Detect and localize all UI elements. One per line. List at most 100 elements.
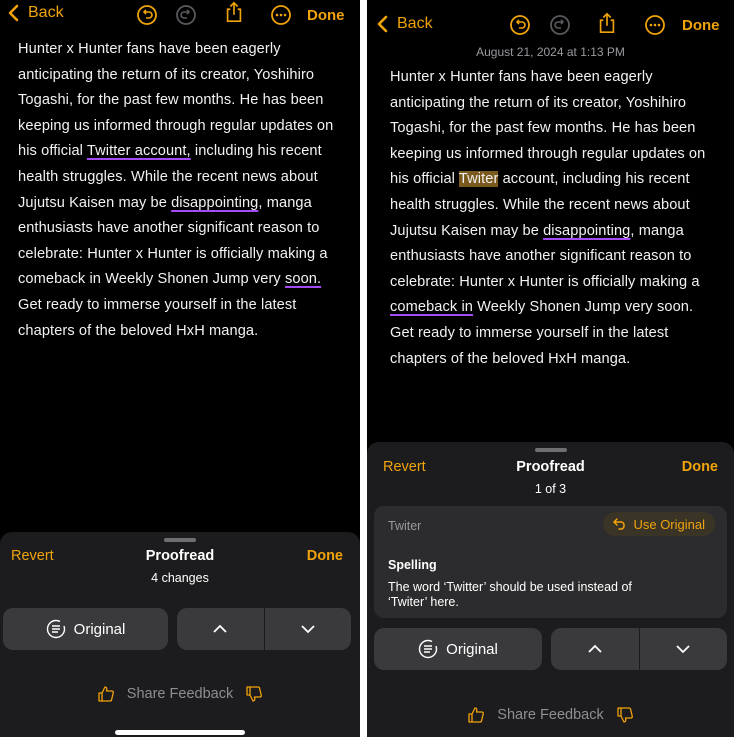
thumbs-down-icon[interactable]	[245, 685, 263, 703]
original-button[interactable]: Original	[3, 608, 168, 650]
text-run: Jujutsu Kaisen may be	[18, 194, 172, 211]
original-button[interactable]: Original	[374, 628, 542, 670]
sheet-done-button[interactable]: Done	[682, 459, 718, 475]
right-screen: Back Done August 21, 2024 at 1:13 PM Hun…	[367, 0, 734, 737]
sheet-grabber[interactable]	[534, 448, 567, 452]
original-label: Original	[73, 620, 126, 638]
share-feedback: Share Feedback	[367, 706, 734, 724]
note-line: his official Twitter account, including …	[18, 139, 333, 165]
previous-change-button[interactable]	[551, 628, 639, 670]
note-line: anticipating the return of its creator, …	[390, 94, 687, 111]
more-icon[interactable]	[270, 4, 292, 26]
note-line: Togashi, for the past few months. He has…	[18, 92, 324, 109]
suggestion-description: The word ‘Twitter’ should be used instea…	[388, 580, 632, 609]
sheet-done-button[interactable]: Done	[307, 548, 343, 564]
suggestion-type: Spelling	[388, 558, 437, 572]
undo-icon[interactable]	[509, 14, 531, 36]
text-run: his official	[390, 171, 459, 188]
redo-icon[interactable]	[549, 14, 571, 36]
change-position: 1 of 3	[534, 482, 567, 496]
back-label: Back	[397, 15, 433, 32]
text-run: his official	[18, 143, 87, 160]
note-line: his official Twiter account, including h…	[390, 167, 705, 193]
note-timestamp: August 21, 2024 at 1:13 PM	[476, 45, 625, 59]
note-line: Jujutsu Kaisen may be disappointing, man…	[18, 191, 333, 217]
proofread-sheet: Revert Proofread 1 of 3 Done Twiter Use …	[367, 442, 734, 737]
note-line: anticipating the return of its creator, …	[18, 66, 315, 83]
thumbs-up-icon[interactable]	[467, 706, 485, 724]
next-change-button[interactable]	[265, 608, 352, 650]
chevron-up-icon	[588, 644, 602, 653]
suggestion-card: Twiter Use Original Spelling The word ‘T…	[374, 506, 727, 618]
note-line: Togashi, for the past few months. He has…	[390, 120, 696, 137]
note-line: chapters of the beloved HxH manga.	[390, 350, 631, 367]
sheet-grabber[interactable]	[164, 538, 196, 542]
chevron-left-icon	[377, 15, 388, 33]
suggested-change[interactable]: Twitter account,	[87, 143, 191, 159]
back-label: Back	[28, 4, 64, 21]
navigate-changes	[551, 628, 727, 670]
original-text-icon	[46, 619, 65, 639]
suggested-change[interactable]: disappointing	[543, 223, 630, 239]
original-word: Twiter	[388, 519, 422, 533]
text-run: , manga	[258, 194, 312, 211]
left-screen: Back Done Hunter x Hunter fans have been…	[0, 0, 360, 737]
change-count: 4 changes	[151, 571, 209, 585]
chevron-left-icon	[8, 4, 19, 22]
suggested-change[interactable]: soon.	[285, 271, 321, 287]
share-icon[interactable]	[596, 12, 618, 34]
note-line: Jujutsu Kaisen may be disappointing, man…	[390, 219, 705, 245]
note-line: Get ready to immerse yourself in the lat…	[390, 324, 669, 341]
done-button[interactable]: Done	[682, 17, 720, 34]
share-icon[interactable]	[223, 1, 245, 23]
notes-toolbar: Back Done	[0, 0, 360, 30]
note-line: Hunter x Hunter fans have been eagerly	[18, 41, 281, 57]
suggested-change[interactable]: comeback in	[390, 299, 473, 315]
thumbs-up-icon[interactable]	[97, 685, 115, 703]
active-change[interactable]: Twiter	[458, 171, 499, 188]
undo-icon[interactable]	[136, 4, 158, 26]
redo-icon[interactable]	[175, 4, 197, 26]
revert-arrow-icon	[613, 518, 626, 530]
more-icon[interactable]	[644, 14, 666, 36]
notes-toolbar: Back Done	[367, 0, 734, 35]
original-text-icon	[418, 639, 438, 659]
note-line: comeback in Weekly Shonen Jump very soon…	[390, 295, 705, 321]
navigate-changes	[177, 608, 351, 650]
home-indicator	[115, 730, 245, 735]
note-line: Get ready to immerse yourself in the lat…	[18, 296, 297, 313]
note-body[interactable]: Hunter x Hunter fans have been eagerly a…	[18, 37, 333, 344]
chevron-up-icon	[213, 624, 227, 633]
back-button[interactable]: Back	[375, 15, 433, 33]
text-run: Jujutsu Kaisen may be	[390, 222, 544, 239]
note-line: chapters of the beloved HxH manga.	[18, 322, 259, 339]
note-line: Hunter x Hunter fans have been eagerly	[390, 69, 653, 85]
chevron-down-icon	[301, 625, 315, 634]
next-change-button[interactable]	[640, 628, 728, 670]
note-line: celebrate: Hunter x Hunter is officially…	[390, 273, 700, 290]
note-line: celebrate: Hunter x Hunter is officially…	[18, 245, 328, 262]
text-run: including his recent	[190, 143, 322, 160]
suggested-change[interactable]: disappointing	[171, 195, 258, 211]
note-line: enthusiasts have another significant rea…	[390, 248, 692, 265]
proofread-sheet: Revert Proofread 4 changes Done Original…	[0, 532, 360, 737]
original-label: Original	[446, 640, 498, 658]
text-run: comeback in Weekly Shonen Jump very	[18, 271, 285, 288]
use-original-button[interactable]: Use Original	[603, 512, 715, 536]
note-line: comeback in Weekly Shonen Jump very soon…	[18, 267, 333, 293]
text-run: , manga	[630, 222, 684, 239]
note-line: health struggles. While the recent news …	[390, 196, 690, 213]
note-line: keeping us informed through regular upda…	[390, 145, 706, 162]
text-run: account, including his recent	[498, 171, 690, 188]
note-body[interactable]: Hunter x Hunter fans have been eagerly a…	[390, 65, 705, 372]
share-feedback-label: Share Feedback	[126, 686, 234, 702]
note-line: enthusiasts have another significant rea…	[18, 220, 320, 237]
done-button[interactable]: Done	[307, 7, 345, 24]
previous-change-button[interactable]	[177, 608, 264, 650]
share-feedback: Share Feedback	[0, 685, 360, 703]
note-line: health struggles. While the recent news …	[18, 168, 318, 185]
thumbs-down-icon[interactable]	[616, 706, 634, 724]
text-run: Weekly Shonen Jump very soon.	[473, 299, 694, 316]
back-button[interactable]: Back	[6, 4, 64, 22]
sheet-title: Proofread	[516, 459, 585, 475]
